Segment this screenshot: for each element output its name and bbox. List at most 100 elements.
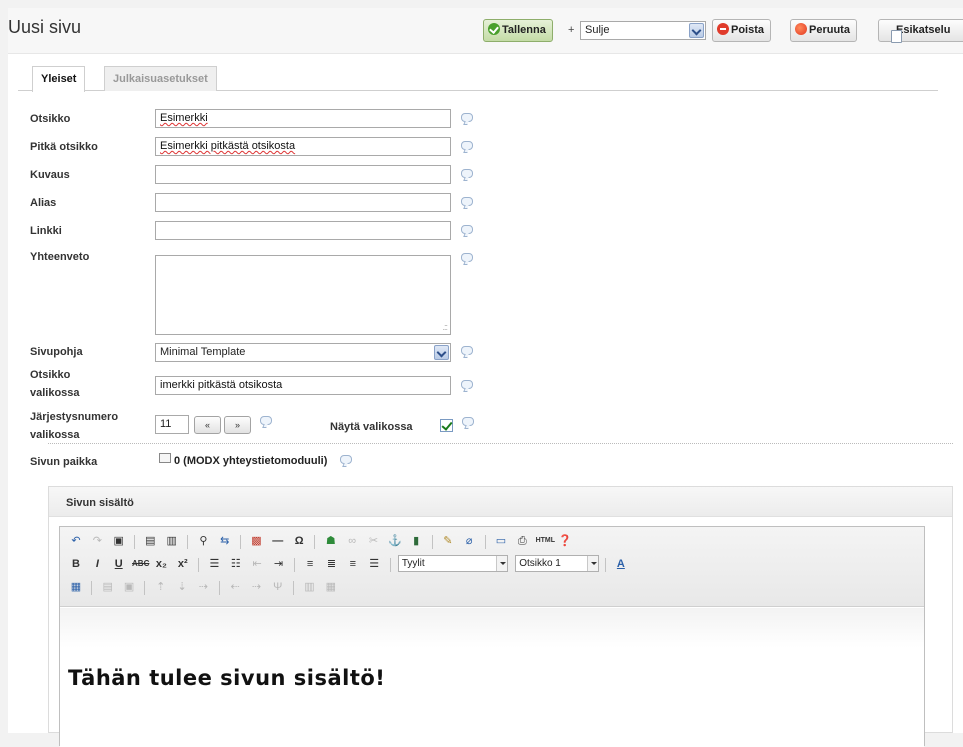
media-icon[interactable]: ▮: [408, 533, 424, 549]
help-bubble-icon[interactable]: [260, 416, 272, 425]
split-cells-icon[interactable]: ▥: [301, 579, 317, 595]
chevron-down-icon[interactable]: [495, 556, 507, 571]
help-bubble-icon[interactable]: [461, 225, 473, 234]
indent-icon[interactable]: ⇥: [270, 556, 286, 572]
undo-icon[interactable]: ↶: [68, 533, 84, 549]
bold-icon[interactable]: B: [68, 556, 84, 572]
special-char-icon[interactable]: Ω: [291, 533, 307, 549]
col-before-icon[interactable]: ⇠: [227, 579, 243, 595]
menutitle-field[interactable]: imerkki pitkästä otsikosta: [155, 376, 451, 395]
col-after-icon[interactable]: ⇢: [248, 579, 264, 595]
align-justify-icon[interactable]: ☰: [366, 556, 382, 572]
help-bubble-icon[interactable]: [461, 141, 473, 150]
help-bubble-icon[interactable]: [462, 417, 474, 426]
template-value: Minimal Template: [160, 346, 246, 358]
help-bubble-icon[interactable]: [461, 253, 473, 262]
help-bubble-icon[interactable]: [461, 380, 473, 389]
description-field[interactable]: [155, 165, 451, 184]
editor-content-area[interactable]: Tähän tulee sivun sisältö!: [60, 608, 924, 747]
chevron-down-icon[interactable]: [434, 345, 449, 360]
align-center-icon[interactable]: ≣: [323, 556, 339, 572]
toolbar-separator: [314, 535, 316, 549]
menuindex-field[interactable]: 11: [155, 415, 189, 434]
delete-col-icon[interactable]: Ψ: [270, 579, 286, 595]
alias-field[interactable]: [155, 193, 451, 212]
help-bubble-icon[interactable]: [340, 455, 352, 464]
text-color-icon[interactable]: A: [613, 556, 629, 572]
summary-textarea[interactable]: .::: [155, 255, 451, 335]
italic-icon[interactable]: I: [89, 556, 105, 572]
toolbar-separator: [484, 535, 486, 549]
fullscreen-icon[interactable]: ▭: [493, 533, 509, 549]
chevron-down-icon[interactable]: [689, 23, 704, 38]
template-select[interactable]: Minimal Template: [155, 343, 451, 362]
align-left-icon[interactable]: ≡: [302, 556, 318, 572]
toolbar-separator: [198, 558, 200, 572]
image-icon[interactable]: ▩: [248, 533, 264, 549]
help-bubble-icon[interactable]: [461, 197, 473, 206]
print-icon[interactable]: ⎙: [514, 533, 530, 549]
tab-publish-settings[interactable]: Julkaisuasetukset: [104, 66, 217, 91]
decrement-button[interactable]: «: [194, 416, 221, 434]
table-icon[interactable]: ▦: [68, 579, 84, 595]
show-in-menu-checkbox[interactable]: [440, 419, 453, 432]
row-props-icon[interactable]: ▤: [100, 579, 116, 595]
replace-icon[interactable]: ⇆: [217, 533, 233, 549]
chevron-down-icon[interactable]: [587, 556, 599, 571]
redo-icon[interactable]: ↷: [89, 533, 105, 549]
editor-toolbar: ↶ ↷ ▣ ▤ ▥ ⚲ ⇆ ▩ — Ω ☗ ∞ ✂ ⚓ ▮ ✎ ⌀ ▭ ⎙ HT…: [60, 527, 924, 607]
merge-cells-icon[interactable]: ▦: [323, 579, 339, 595]
menuindex-label-line2: valikossa: [30, 429, 80, 441]
select-all-icon[interactable]: ▣: [111, 533, 127, 549]
title-field[interactable]: Esimerkki: [155, 109, 451, 128]
toolbar-separator: [144, 581, 146, 595]
superscript-icon[interactable]: x²: [175, 556, 191, 572]
insert-image-icon[interactable]: ☗: [323, 533, 339, 549]
preview-button[interactable]: Esikatselu: [878, 19, 963, 43]
tab-general[interactable]: Yleiset: [32, 66, 86, 92]
format-select[interactable]: Otsikko 1: [515, 555, 600, 572]
longtitle-field[interactable]: Esimerkki pitkästä otsikosta: [155, 137, 451, 156]
numbered-list-icon[interactable]: ☷: [228, 556, 244, 572]
link-icon[interactable]: ∞: [344, 533, 360, 549]
unlink-icon[interactable]: ✂: [366, 533, 382, 549]
anchor-icon[interactable]: ⚓: [387, 533, 403, 549]
find-icon[interactable]: ⚲: [195, 533, 211, 549]
content-panel: Sivun sisältö ↶ ↷ ▣ ▤ ▥ ⚲ ⇆ ▩ — Ω ☗ ∞ ✂ …: [48, 486, 953, 747]
delete-button[interactable]: Poista: [712, 19, 772, 42]
paste-word-icon[interactable]: ▥: [164, 533, 180, 549]
help-bubble-icon[interactable]: [461, 113, 473, 122]
toolbar-separator: [293, 558, 295, 572]
help-bubble-icon[interactable]: [461, 346, 473, 355]
bullet-list-icon[interactable]: ☰: [206, 556, 222, 572]
delete-row-icon[interactable]: ⇢: [195, 579, 211, 595]
resize-handle-icon[interactable]: .::: [442, 322, 447, 332]
close-action-select[interactable]: Sulje: [580, 21, 706, 40]
parent-value[interactable]: 0 (MODX yhteystietomoduuli): [174, 455, 327, 467]
row-before-icon[interactable]: ⇡: [153, 579, 169, 595]
toolbar-separator: [431, 535, 433, 549]
cleanup-icon[interactable]: ✎: [440, 533, 456, 549]
outdent-icon[interactable]: ⇤: [249, 556, 265, 572]
underline-icon[interactable]: U: [111, 556, 127, 572]
increment-button[interactable]: »: [224, 416, 251, 434]
paste-icon[interactable]: ▤: [142, 533, 158, 549]
longtitle-label: Pitkä otsikko: [30, 141, 98, 153]
align-right-icon[interactable]: ≡: [345, 556, 361, 572]
row-after-icon[interactable]: ⇣: [174, 579, 190, 595]
cell-props-icon[interactable]: ▣: [121, 579, 137, 595]
save-button[interactable]: Tallenna: [483, 19, 553, 42]
help-bubble-icon[interactable]: [461, 169, 473, 178]
description-label: Kuvaus: [30, 169, 70, 181]
remove-format-icon[interactable]: ⌀: [461, 533, 477, 549]
horizontal-rule-icon[interactable]: —: [270, 533, 286, 549]
content-heading[interactable]: Tähän tulee sivun sisältö!: [68, 666, 385, 690]
strikethrough-icon[interactable]: ABC: [132, 556, 149, 572]
styles-select[interactable]: Tyylit: [397, 555, 508, 572]
link-field[interactable]: [155, 221, 451, 240]
html-icon[interactable]: HTML: [536, 533, 555, 549]
help-icon[interactable]: ❓: [557, 533, 573, 549]
parent-label: Sivun paikka: [30, 456, 98, 468]
subscript-icon[interactable]: x₂: [153, 556, 169, 572]
cancel-button[interactable]: Peruuta: [790, 19, 857, 42]
